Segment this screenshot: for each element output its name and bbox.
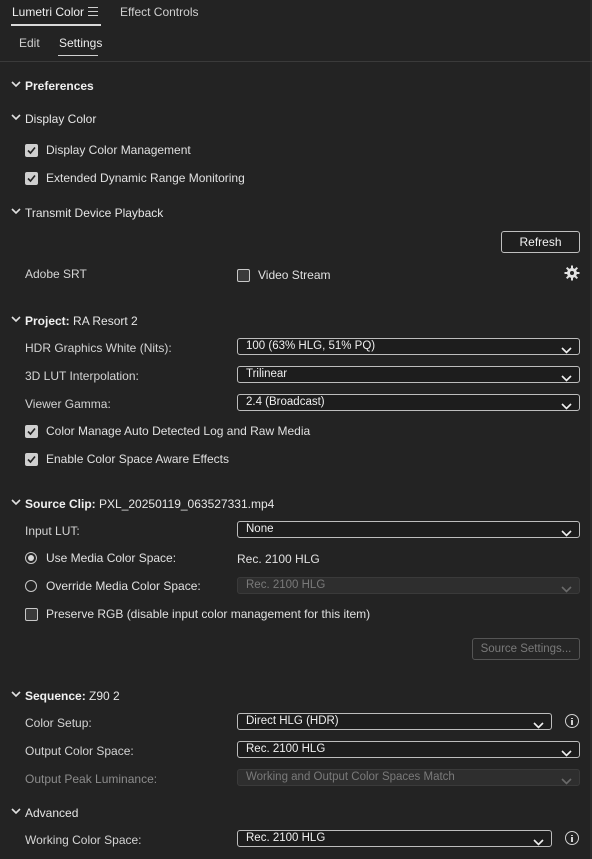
section-display-color[interactable]: Display Color: [0, 110, 592, 130]
section-sequence[interactable]: Sequence: Z90 2: [0, 687, 592, 707]
refresh-button[interactable]: Refresh: [501, 231, 580, 253]
chevron-down-icon[interactable]: [11, 80, 21, 90]
section-title: Source Clip: PXL_20250119_063527331.mp4: [25, 497, 275, 511]
viewer-gamma-label: Viewer Gamma:: [25, 397, 111, 411]
section-title: Project: RA Resort 2: [25, 314, 138, 328]
subtab-settings[interactable]: Settings: [59, 36, 102, 50]
radio-label: Use Media Color Space:: [46, 551, 177, 565]
hdr-graphics-white-label: HDR Graphics White (Nits):: [25, 341, 172, 355]
preserve-rgb-checkbox[interactable]: [25, 608, 38, 621]
video-stream-checkbox[interactable]: [237, 269, 250, 282]
info-icon[interactable]: [565, 831, 579, 845]
chevron-down-icon: [561, 582, 572, 596]
override-media-color-space-dropdown[interactable]: Rec. 2100 HLG: [237, 577, 580, 594]
chevron-down-icon: [533, 718, 544, 732]
tab-lumetri-color[interactable]: Lumetri Color: [12, 5, 84, 19]
source-settings-button[interactable]: Source Settings...: [472, 638, 580, 660]
section-advanced[interactable]: Advanced: [0, 804, 592, 824]
display-color-management-checkbox[interactable]: [25, 144, 38, 157]
active-tab-indicator: [11, 24, 101, 26]
input-lut-dropdown[interactable]: None: [237, 521, 580, 538]
section-title: Preferences: [25, 79, 94, 93]
chevron-down-icon[interactable]: [11, 807, 21, 817]
hamburger-menu-icon[interactable]: [88, 7, 98, 16]
chevron-down-icon[interactable]: [11, 315, 21, 325]
active-subtab-indicator: [58, 55, 98, 56]
checkbox-label: Enable Color Space Aware Effects: [46, 452, 229, 466]
output-peak-luminance-dropdown[interactable]: Working and Output Color Spaces Match: [237, 769, 580, 786]
gear-icon[interactable]: [564, 265, 580, 281]
section-title: Display Color: [25, 112, 97, 126]
checkmark-icon: [27, 174, 36, 183]
checkbox-label: Extended Dynamic Range Monitoring: [46, 171, 245, 185]
chevron-down-icon: [533, 835, 544, 849]
checkmark-icon: [27, 146, 36, 155]
checkmark-icon: [27, 427, 36, 436]
override-media-color-space-radio[interactable]: [25, 580, 37, 592]
working-color-space-dropdown[interactable]: Rec. 2100 HLG: [237, 830, 552, 847]
chevron-down-icon: [561, 371, 572, 385]
chevron-down-icon[interactable]: [11, 690, 21, 700]
section-title: Sequence: Z90 2: [25, 689, 120, 703]
lut-interpolation-dropdown[interactable]: Trilinear: [237, 366, 580, 383]
chevron-down-icon: [561, 746, 572, 760]
input-lut-label: Input LUT:: [25, 524, 80, 538]
working-color-space-label: Working Color Space:: [25, 833, 142, 847]
chevron-down-icon: [561, 399, 572, 413]
output-peak-luminance-label: Output Peak Luminance:: [25, 772, 158, 786]
subtab-edit[interactable]: Edit: [19, 36, 40, 50]
checkmark-icon: [27, 455, 36, 464]
media-color-space-value: Rec. 2100 HLG: [237, 552, 320, 566]
section-preferences[interactable]: Preferences: [0, 77, 592, 97]
checkbox-label: Display Color Management: [46, 143, 191, 157]
chevron-down-icon: [561, 774, 572, 788]
chevron-down-icon[interactable]: [11, 113, 21, 123]
output-color-space-label: Output Color Space:: [25, 744, 134, 758]
lut-interpolation-label: 3D LUT Interpolation:: [25, 369, 139, 383]
section-title: Advanced: [25, 806, 79, 820]
divider: [0, 61, 592, 62]
checkbox-label: Preserve RGB (disable input color manage…: [46, 607, 371, 621]
radio-label: Override Media Color Space:: [46, 579, 201, 593]
chevron-down-icon: [561, 526, 572, 540]
section-project[interactable]: Project: RA Resort 2: [0, 312, 592, 332]
checkbox-label: Color Manage Auto Detected Log and Raw M…: [46, 424, 311, 438]
chevron-down-icon[interactable]: [11, 207, 21, 217]
section-source-clip[interactable]: Source Clip: PXL_20250119_063527331.mp4: [0, 495, 592, 515]
color-space-aware-checkbox[interactable]: [25, 453, 38, 466]
section-transmit-device-playback[interactable]: Transmit Device Playback: [0, 204, 592, 224]
section-title: Transmit Device Playback: [25, 206, 164, 220]
color-setup-dropdown[interactable]: Direct HLG (HDR): [237, 713, 552, 730]
use-media-color-space-radio[interactable]: [25, 552, 37, 564]
auto-detect-log-checkbox[interactable]: [25, 425, 38, 438]
checkbox-label: Video Stream: [258, 268, 331, 282]
info-icon[interactable]: [565, 714, 579, 728]
panel-tab-bar: Lumetri Color Effect Controls: [0, 0, 592, 26]
adobe-srt-label: Adobe SRT: [25, 267, 87, 281]
hdr-graphics-white-dropdown[interactable]: 100 (63% HLG, 51% PQ): [237, 338, 580, 355]
chevron-down-icon: [561, 343, 572, 357]
viewer-gamma-dropdown[interactable]: 2.4 (Broadcast): [237, 394, 580, 411]
tab-effect-controls[interactable]: Effect Controls: [120, 5, 198, 19]
color-setup-label: Color Setup:: [25, 716, 92, 730]
chevron-down-icon[interactable]: [11, 498, 21, 508]
extended-dynamic-range-checkbox[interactable]: [25, 172, 38, 185]
output-color-space-dropdown[interactable]: Rec. 2100 HLG: [237, 741, 580, 758]
